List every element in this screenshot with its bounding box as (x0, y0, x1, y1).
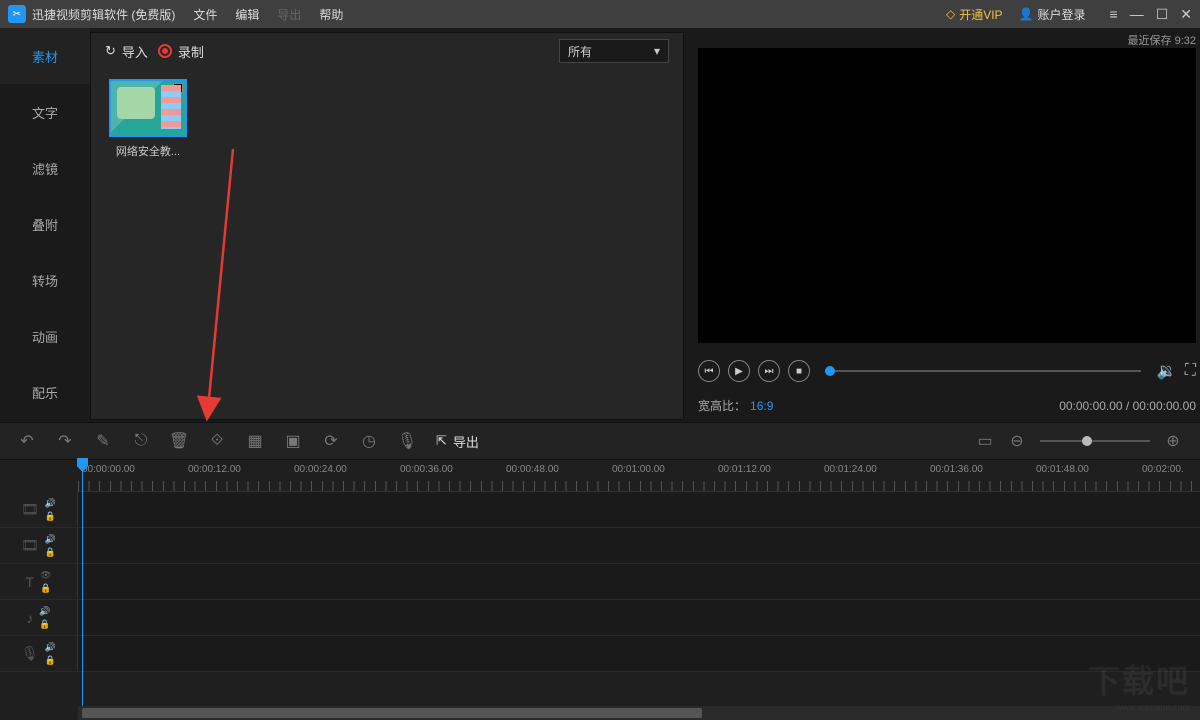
split-icon[interactable]: ⎋ (132, 432, 150, 450)
import-button[interactable]: ↻ 导入 (105, 42, 148, 61)
mic-icon: 🎙 (21, 645, 39, 662)
music-icon: ♪ (26, 610, 33, 626)
media-clip[interactable]: 网络安全教... (109, 79, 187, 159)
prev-frame-button[interactable]: ⏮ (698, 360, 720, 382)
sidebar: 素材 文字 滤镜 叠附 转场 动画 配乐 (0, 28, 90, 422)
timeline: 00:00:00.00 00:00:12.00 00:00:24.00 00:00:3… (0, 460, 1200, 720)
preview-panel: 最近保存 9:32 ⏮ ▶ ⏭ ■ 🔉 ⛶ 宽高比： 16:9 00:00:00… (690, 28, 1200, 422)
sidebar-tab-filter[interactable]: 滤镜 (0, 140, 90, 196)
edit-icon[interactable]: ✎ (94, 432, 112, 450)
menu-export: 导出 (277, 6, 301, 23)
audio-track[interactable]: ♪🔊🔒 (0, 600, 1200, 636)
time-display: 00:00:00.00 / 00:00:00.00 (1059, 399, 1196, 413)
zoom-in-button[interactable]: ⊕ (1164, 432, 1182, 450)
menu-file[interactable]: 文件 (193, 6, 217, 23)
stop-button[interactable]: ■ (788, 360, 810, 382)
export-icon: ⇱ (436, 433, 447, 449)
close-button[interactable]: ✕ (1180, 6, 1192, 23)
preview-viewport[interactable] (698, 48, 1196, 343)
crop-icon[interactable]: ⟐ (208, 432, 226, 450)
record-button[interactable]: 录制 (158, 42, 204, 61)
login-button[interactable]: 👤 账户登录 (1019, 6, 1086, 23)
ruler-mark: 00:00:48.00 (506, 464, 559, 475)
chevron-down-icon: ▾ (654, 44, 660, 58)
text-track[interactable]: T👁🔒 (0, 564, 1200, 600)
clip-thumbnail (109, 79, 187, 137)
hamburger-icon[interactable]: ≡ (1110, 6, 1118, 23)
annotation-arrow (133, 139, 253, 429)
video-track-2[interactable]: 🎞🔊🔒 (0, 528, 1200, 564)
redo-button[interactable]: ↷ (56, 432, 74, 450)
aspect-label: 宽高比： (698, 397, 746, 414)
sidebar-tab-text[interactable]: 文字 (0, 84, 90, 140)
record-icon (158, 44, 172, 58)
app-icon: ✂ (8, 5, 26, 23)
mosaic-icon[interactable]: ▦ (246, 432, 264, 450)
ruler-mark: 00:01:48.00 (1036, 464, 1089, 475)
sidebar-tab-animation[interactable]: 动画 (0, 308, 90, 364)
menu-help[interactable]: 帮助 (319, 6, 343, 23)
zoom-out-button[interactable]: ⊖ (1008, 432, 1026, 450)
filter-dropdown[interactable]: 所有 ▾ (559, 39, 669, 63)
horizontal-scrollbar[interactable] (78, 706, 1200, 720)
import-icon: ↻ (105, 43, 116, 59)
minimize-button[interactable]: — (1130, 6, 1144, 23)
fit-icon[interactable]: ▭ (976, 432, 994, 450)
seek-slider[interactable] (826, 370, 1141, 372)
menu-edit[interactable]: 编辑 (235, 6, 259, 23)
fullscreen-icon[interactable]: ⛶ (1185, 362, 1196, 380)
sidebar-tab-overlay[interactable]: 叠附 (0, 196, 90, 252)
diamond-icon: ◇ (946, 7, 955, 21)
maximize-button[interactable]: ☐ (1156, 6, 1169, 23)
ruler-mark: 00:00:12.00 (188, 464, 241, 475)
playhead-line (82, 462, 83, 706)
aspect-value[interactable]: 16:9 (750, 399, 773, 413)
voice-track[interactable]: 🎙🔊🔒 (0, 636, 1200, 672)
delete-icon[interactable]: 🗑 (170, 432, 188, 450)
ruler-mark: 00:01:12.00 (718, 464, 771, 475)
ruler-mark: 00:01:36.00 (930, 464, 983, 475)
ruler-mark: 00:01:00.00 (612, 464, 665, 475)
vip-button[interactable]: ◇ 开通VIP (946, 6, 1003, 23)
sidebar-tab-music[interactable]: 配乐 (0, 364, 90, 420)
menubar: 文件 编辑 导出 帮助 (193, 6, 343, 23)
app-title: 迅捷视频剪辑软件 (免费版) (32, 6, 175, 23)
sidebar-tab-transition[interactable]: 转场 (0, 252, 90, 308)
ruler-mark: 00:02:00. (1142, 464, 1184, 475)
voiceover-icon[interactable]: 🎙 (398, 432, 416, 450)
ruler-mark: 00:00:00.00 (82, 464, 135, 475)
next-frame-button[interactable]: ⏭ (758, 360, 780, 382)
sidebar-tab-material[interactable]: 素材 (0, 28, 90, 84)
undo-button[interactable]: ↶ (18, 432, 36, 450)
ruler-mark: 00:00:24.00 (294, 464, 347, 475)
ruler-mark: 00:01:24.00 (824, 464, 877, 475)
user-icon: 👤 (1019, 7, 1034, 21)
text-icon: T (26, 574, 35, 590)
clip-name: 网络安全教... (109, 143, 187, 159)
titlebar: ✂ 迅捷视频剪辑软件 (免费版) 文件 编辑 导出 帮助 ◇ 开通VIP 👤 账… (0, 0, 1200, 28)
speed-icon[interactable]: ⟳ (322, 432, 340, 450)
play-button[interactable]: ▶ (728, 360, 750, 382)
save-status: 最近保存 9:32 (698, 32, 1196, 48)
film-icon: 🎞 (21, 501, 39, 518)
freeze-icon[interactable]: ▣ (284, 432, 302, 450)
volume-icon[interactable]: 🔉 (1157, 361, 1177, 381)
zoom-slider[interactable] (1040, 440, 1150, 442)
toolbar: ↶ ↷ ✎ ⎋ 🗑 ⟐ ▦ ▣ ⟳ ◷ 🎙 ⇱ 导出 ▭ ⊖ ⊕ (0, 422, 1200, 460)
timeline-ruler[interactable]: 00:00:00.00 00:00:12.00 00:00:24.00 00:00:3… (78, 460, 1200, 492)
duration-icon[interactable]: ◷ (360, 432, 378, 450)
film-icon: 🎞 (21, 537, 39, 554)
export-button[interactable]: ⇱ 导出 (436, 432, 479, 451)
ruler-mark: 00:00:36.00 (400, 464, 453, 475)
media-panel: ↻ 导入 录制 所有 ▾ 网络安全教... (90, 32, 684, 420)
video-track-1[interactable]: 🎞🔊🔒 (0, 492, 1200, 528)
